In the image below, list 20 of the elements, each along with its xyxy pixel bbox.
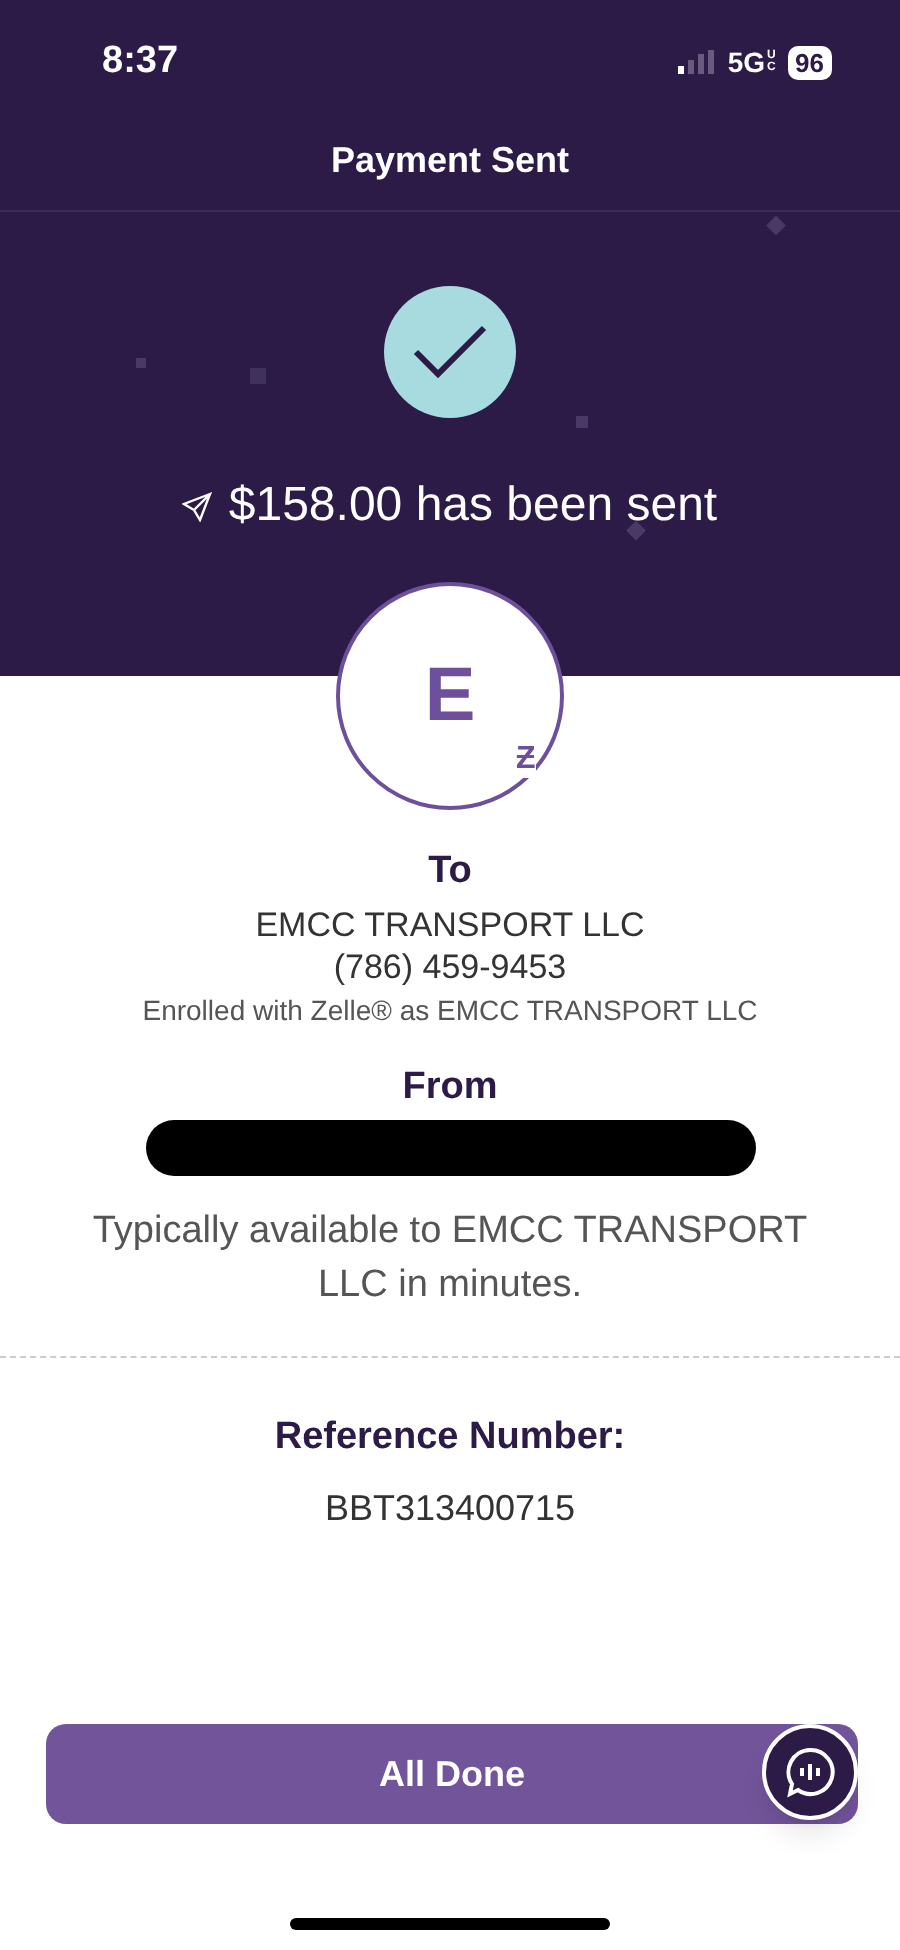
- avatar-initial: E: [424, 651, 476, 741]
- paper-plane-icon: [182, 491, 213, 521]
- chat-icon: [784, 1746, 836, 1798]
- reference-number: BBT313400715: [324, 1486, 576, 1532]
- status-time: 8:37: [102, 37, 179, 86]
- chat-button[interactable]: [762, 1724, 858, 1820]
- amount-message: $158.00 has been sent: [228, 476, 718, 536]
- reference-label: Reference Number:: [274, 1414, 626, 1462]
- from-label: From: [402, 1064, 498, 1112]
- checkmark-icon: [410, 322, 490, 382]
- battery-indicator: 96: [787, 45, 832, 79]
- zelle-badge: Ƶ: [516, 742, 536, 778]
- to-label: To: [428, 848, 472, 896]
- availability-note: Typically available to EMCC TRANSPORT LLC in minutes.: [90, 1208, 810, 1310]
- all-done-button[interactable]: All Done: [46, 1724, 858, 1824]
- enrollment-note: Enrolled with Zelle® as EMCC TRANSPORT LLC: [142, 992, 758, 1030]
- signal-icon: [677, 50, 718, 74]
- recipient-name: EMCC TRANSPORT LLC: [255, 904, 645, 946]
- screen-title: Payment Sent: [0, 124, 900, 212]
- recipient-phone: (786) 459-9453: [333, 946, 567, 988]
